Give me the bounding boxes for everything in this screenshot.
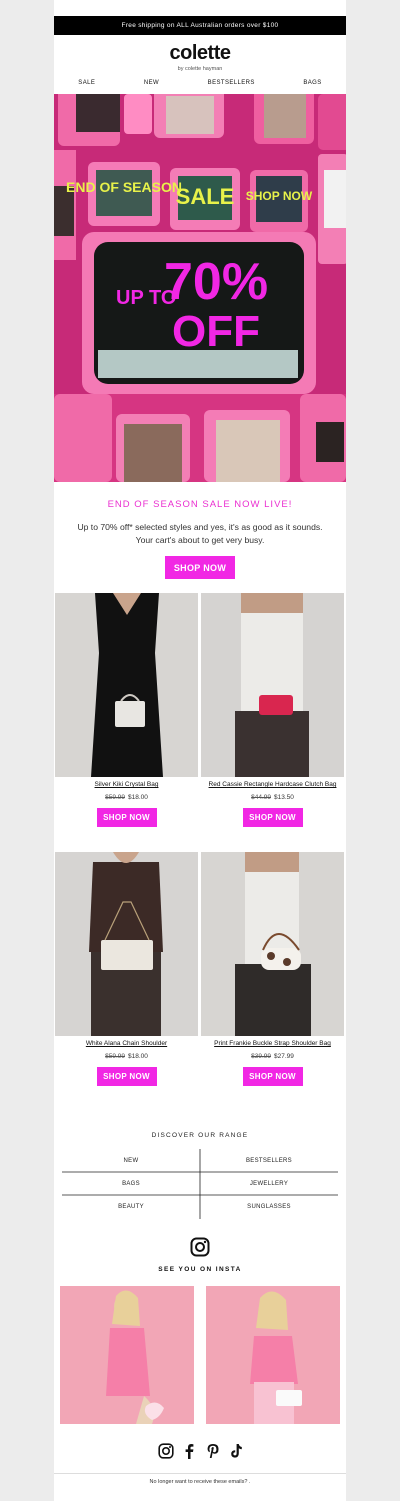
hero-shop-now-button[interactable]: SHOP NOW (165, 556, 235, 579)
footer-divider (54, 1473, 346, 1474)
product-name[interactable]: Red Cassie Rectangle Hardcase Clutch Bag (201, 781, 344, 789)
hero-tile-sale: SALE (176, 184, 235, 209)
email-container: Free shipping on ALL Australian orders o… (54, 0, 346, 1501)
product-image[interactable] (201, 593, 344, 777)
hero-banner[interactable]: END OF SEASON SALE SHOP NOW UP TO 70% OF… (54, 94, 346, 482)
product-price: $59.99 $18.00 (55, 794, 198, 801)
nav-item-new[interactable]: NEW (144, 80, 159, 92)
product-name[interactable]: Print Frankie Buckle Strap Shoulder Bag (201, 1040, 344, 1048)
product-original-price: $59.99 (105, 794, 125, 801)
product-shop-now-button[interactable]: SHOP NOW (96, 808, 157, 827)
range-link-bags[interactable]: BAGS (62, 1172, 200, 1195)
hero-tile-end-of-season: END OF SEASON (66, 179, 182, 195)
product-sale-price: $18.00 (128, 1053, 148, 1060)
facebook-icon[interactable] (181, 1443, 197, 1459)
insta-post-image[interactable] (60, 1286, 194, 1424)
instagram-icon[interactable] (158, 1443, 174, 1459)
range-link-jewellery[interactable]: JEWELLERY (200, 1172, 338, 1195)
product-card: Print Frankie Buckle Strap Shoulder Bag … (201, 852, 344, 1086)
range-link-sunglasses[interactable]: SUNGLASSES (200, 1195, 338, 1218)
range-link-beauty[interactable]: BEAUTY (62, 1195, 200, 1218)
product-name[interactable]: Silver Kiki Crystal Bag (55, 781, 198, 789)
hero-tile-shop-now: SHOP NOW (246, 189, 313, 203)
instagram-icon[interactable] (190, 1237, 210, 1257)
product-shop-now-button[interactable]: SHOP NOW (242, 1067, 303, 1086)
shipping-banner-text: Free shipping on ALL Australian orders o… (121, 22, 279, 29)
product-price: $39.99 $27.99 (201, 1053, 344, 1060)
product-original-price: $39.99 (251, 1053, 271, 1060)
nav-item-sale[interactable]: SALE (78, 80, 95, 92)
hero-image: END OF SEASON SALE SHOP NOW UP TO 70% OF… (54, 94, 346, 482)
product-original-price: $44.99 (251, 794, 271, 801)
range-link-bestsellers[interactable]: BESTSELLERS (200, 1149, 338, 1172)
insta-title: SEE YOU ON INSTA (158, 1266, 242, 1273)
product-original-price: $59.99 (105, 1053, 125, 1060)
unsubscribe-text[interactable]: No longer want to receive these emails? … (54, 1479, 346, 1485)
shipping-banner: Free shipping on ALL Australian orders o… (54, 16, 346, 35)
product-image[interactable] (201, 852, 344, 1036)
promo-headline: END OF SEASON SALE NOW LIVE! (107, 499, 293, 510)
nav-item-bags[interactable]: BAGS (303, 80, 321, 92)
product-price: $59.99 $18.00 (55, 1053, 198, 1060)
product-card: White Alana Chain Shoulder $59.99 $18.00 … (55, 852, 198, 1086)
product-image[interactable] (55, 852, 198, 1036)
product-card: Silver Kiki Crystal Bag $59.99 $18.00 SHO… (55, 593, 198, 827)
insta-post-image[interactable] (206, 1286, 340, 1424)
social-links (158, 1441, 244, 1461)
pinterest-icon[interactable] (205, 1443, 221, 1459)
product-name[interactable]: White Alana Chain Shoulder (55, 1040, 198, 1048)
nav-item-bestsellers[interactable]: BESTSELLERS (208, 80, 255, 92)
product-shop-now-button[interactable]: SHOP NOW (96, 1067, 157, 1086)
range-title: DISCOVER OUR RANGE (151, 1132, 249, 1139)
range-grid: NEW BESTSELLERS BAGS JEWELLERY BEAUTY SU… (62, 1149, 338, 1219)
hero-percent: 70% (164, 253, 268, 311)
tiktok-icon[interactable] (228, 1443, 244, 1459)
product-shop-now-button[interactable]: SHOP NOW (242, 808, 303, 827)
range-link-new[interactable]: NEW (62, 1149, 200, 1172)
hero-off: OFF (172, 307, 260, 356)
product-sale-price: $13.50 (274, 794, 294, 801)
product-image[interactable] (55, 593, 198, 777)
main-nav: SALE NEW BESTSELLERS BAGS (54, 80, 346, 92)
product-sale-price: $18.00 (128, 794, 148, 801)
brand-tagline: by colette hayman (177, 66, 223, 72)
promo-body: Up to 70% off* selected styles and yes, … (77, 522, 323, 545)
brand-logo[interactable]: colette (54, 42, 346, 65)
product-sale-price: $27.99 (274, 1053, 294, 1060)
product-card: Red Cassie Rectangle Hardcase Clutch Bag… (201, 593, 344, 827)
product-price: $44.99 $13.50 (201, 794, 344, 801)
